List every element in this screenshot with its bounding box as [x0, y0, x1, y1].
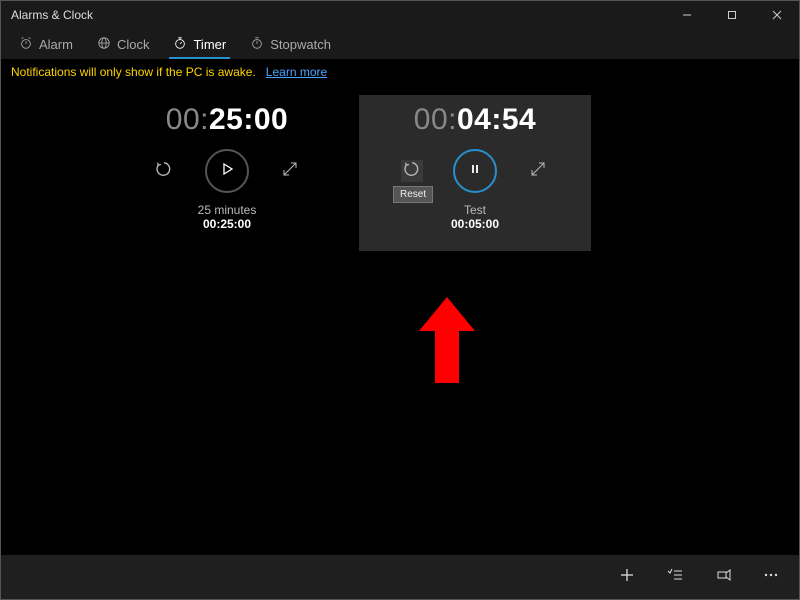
timer-icon: [173, 36, 187, 53]
tab-stopwatch[interactable]: Stopwatch: [240, 32, 341, 57]
tab-clock[interactable]: Clock: [87, 32, 160, 57]
minutes-seconds-segment: 04:54: [457, 103, 536, 136]
reset-button[interactable]: [153, 160, 175, 182]
window-title: Alarms & Clock: [11, 8, 664, 22]
timer-original-duration: 00:25:00: [198, 217, 257, 231]
timer-name: Test: [451, 203, 499, 217]
minimize-button[interactable]: [664, 1, 709, 29]
hours-segment: 00: [166, 103, 200, 136]
notice-text: Notifications will only show if the PC i…: [11, 65, 256, 79]
tab-label: Clock: [117, 37, 150, 52]
app-window: Alarms & Clock Alarm Clock Timer Stopwat…: [0, 0, 800, 600]
window-control-buttons: [664, 1, 799, 29]
expand-icon: [282, 161, 298, 182]
command-bar: [1, 555, 799, 599]
tab-label: Stopwatch: [270, 37, 331, 52]
world-clock-icon: [97, 36, 111, 53]
plus-icon: [619, 567, 635, 588]
timer-meta: 25 minutes 00:25:00: [198, 203, 257, 231]
annotation-arrow: [419, 297, 475, 388]
minutes-seconds-segment: 25:00: [209, 103, 288, 136]
timer-name: 25 minutes: [198, 203, 257, 217]
pin-icon: [715, 567, 731, 588]
play-button[interactable]: [205, 149, 249, 193]
alarm-icon: [19, 36, 33, 53]
timer-content-area: 00:25:00 25 minutes 00:25:00: [1, 85, 799, 555]
timer-card[interactable]: 00:25:00 25 minutes 00:25:00: [111, 95, 343, 251]
expand-button[interactable]: [279, 160, 301, 182]
ellipsis-icon: [763, 567, 779, 588]
tab-label: Alarm: [39, 37, 73, 52]
expand-icon: [530, 161, 546, 182]
time-display: 00:25:00: [166, 103, 288, 137]
tab-timer[interactable]: Timer: [163, 32, 236, 57]
pin-button[interactable]: [701, 555, 745, 599]
nav-tabs: Alarm Clock Timer Stopwatch: [1, 29, 799, 59]
list-check-icon: [667, 567, 683, 588]
pause-icon: [469, 162, 481, 180]
reset-icon: [155, 160, 173, 183]
pause-button[interactable]: [453, 149, 497, 193]
timer-controls: Reset: [369, 149, 581, 193]
stopwatch-icon: [250, 36, 264, 53]
maximize-button[interactable]: [709, 1, 754, 29]
time-display: 00:04:54: [414, 103, 536, 137]
notification-banner: Notifications will only show if the PC i…: [1, 59, 799, 85]
expand-button[interactable]: [527, 160, 549, 182]
timer-meta: Test 00:05:00: [451, 203, 499, 231]
timer-controls: [121, 149, 333, 193]
close-button[interactable]: [754, 1, 799, 29]
play-icon: [220, 162, 234, 181]
title-bar: Alarms & Clock: [1, 1, 799, 29]
reset-tooltip: Reset: [393, 186, 433, 203]
reset-icon: [403, 160, 421, 183]
timer-card[interactable]: 00:04:54 Reset Test 00:05:0: [359, 95, 591, 251]
more-button[interactable]: [749, 555, 793, 599]
timer-list: 00:25:00 25 minutes 00:25:00: [1, 85, 799, 251]
timer-original-duration: 00:05:00: [451, 217, 499, 231]
tab-label: Timer: [193, 37, 226, 52]
tab-alarm[interactable]: Alarm: [9, 32, 83, 57]
select-timers-button[interactable]: [653, 555, 697, 599]
learn-more-link[interactable]: Learn more: [266, 65, 327, 79]
reset-button[interactable]: Reset: [401, 160, 423, 182]
add-timer-button[interactable]: [605, 555, 649, 599]
hours-segment: 00: [414, 103, 448, 136]
